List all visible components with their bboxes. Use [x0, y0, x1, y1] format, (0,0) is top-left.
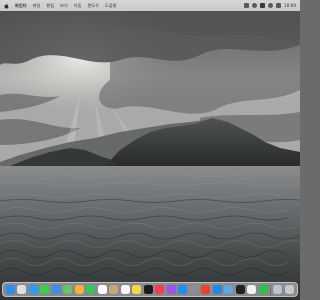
maps-icon[interactable] — [63, 285, 73, 294]
menu-bar: 파인더 파일 편집 보기 이동 윈도우 도움말 10:09 — [0, 0, 300, 11]
vscode-icon[interactable] — [212, 285, 222, 294]
calendar-icon[interactable] — [97, 285, 107, 294]
music-icon[interactable] — [155, 285, 165, 294]
desktop: 파인더 파일 편집 보기 이동 윈도우 도움말 10:09 — [0, 0, 300, 300]
dock-separator — [270, 284, 271, 295]
menu-items: 파인더 파일 편집 보기 이동 윈도우 도움말 — [15, 3, 117, 9]
search-icon[interactable] — [259, 3, 265, 8]
dock — [2, 282, 298, 297]
reminders-icon[interactable] — [120, 285, 130, 294]
battery-icon[interactable] — [275, 3, 281, 8]
chrome-icon[interactable] — [201, 285, 211, 294]
menu-item-file[interactable]: 파일 — [33, 3, 41, 9]
menu-item-go[interactable]: 이동 — [74, 3, 82, 9]
photos-icon[interactable] — [74, 285, 84, 294]
notes-icon[interactable] — [132, 285, 142, 294]
textedit-icon[interactable] — [247, 285, 257, 294]
podcasts-icon[interactable] — [166, 285, 176, 294]
menu-app-name[interactable]: 파인더 — [15, 3, 27, 9]
menu-item-window[interactable]: 윈도우 — [87, 3, 99, 9]
terminal-icon[interactable] — [235, 285, 245, 294]
safari-icon[interactable] — [28, 285, 38, 294]
preview-icon[interactable] — [224, 285, 234, 294]
launchpad-icon[interactable] — [17, 285, 27, 294]
menu-item-help[interactable]: 도움말 — [105, 3, 117, 9]
downloads-icon[interactable] — [273, 285, 283, 294]
menu-item-view[interactable]: 보기 — [60, 3, 68, 9]
control-center-icon[interactable] — [243, 3, 249, 8]
messages-icon[interactable] — [40, 285, 50, 294]
mail-icon[interactable] — [51, 285, 61, 294]
system-settings-icon[interactable] — [189, 285, 199, 294]
facetime-icon[interactable] — [86, 285, 96, 294]
wifi-icon[interactable] — [251, 3, 257, 8]
app-store-icon[interactable] — [178, 285, 188, 294]
menu-item-edit[interactable]: 편집 — [46, 3, 54, 9]
menu-clock[interactable]: 10:09 — [284, 3, 296, 8]
status-area: 10:09 — [243, 3, 296, 8]
numbers-icon[interactable] — [258, 285, 268, 294]
siri-icon[interactable] — [267, 3, 273, 8]
tv-icon[interactable] — [143, 285, 153, 294]
finder-icon[interactable] — [6, 285, 15, 294]
apple-menu-icon[interactable] — [4, 2, 9, 9]
wallpaper-image — [0, 0, 300, 300]
trash-icon[interactable] — [284, 285, 294, 294]
contacts-icon[interactable] — [109, 285, 119, 294]
